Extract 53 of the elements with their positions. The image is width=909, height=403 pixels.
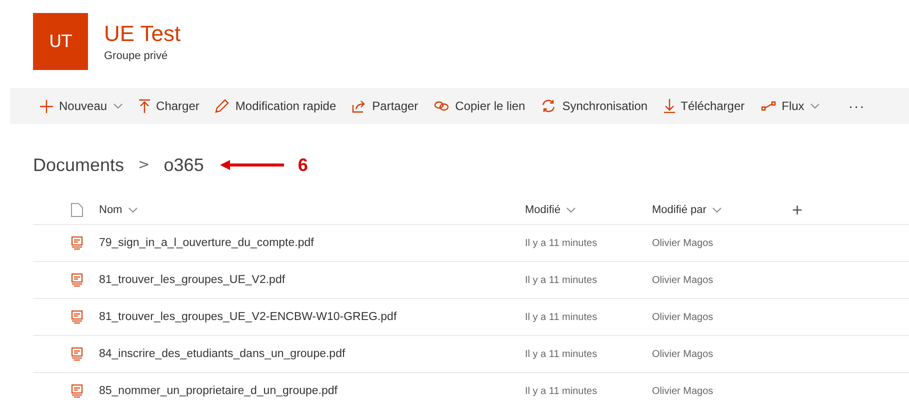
toolbar-button[interactable]: Flux bbox=[760, 99, 820, 113]
pdf-file-icon bbox=[71, 310, 83, 324]
file-type-icon bbox=[71, 203, 83, 217]
toolbar-button[interactable]: Copier le lien bbox=[434, 99, 526, 113]
share-icon bbox=[352, 100, 366, 112]
pdf-file-icon bbox=[71, 384, 83, 398]
pdf-file-icon bbox=[71, 273, 83, 287]
modified-by-cell-text: Olivier Magos bbox=[652, 238, 714, 248]
chevron-down-icon bbox=[712, 207, 722, 213]
more-button[interactable]: ··· bbox=[848, 98, 866, 114]
column-header[interactable]: Nom bbox=[99, 204, 138, 216]
breadcrumb-item[interactable]: Documents bbox=[33, 154, 124, 176]
file-name[interactable]: 81_trouver_les_groupes_UE_V2.pdf bbox=[99, 274, 525, 286]
download-icon bbox=[664, 99, 675, 113]
file-name[interactable]: 79_sign_in_a_l_ouverture_du_compte.pdf bbox=[99, 237, 525, 249]
chevron-down-icon bbox=[566, 207, 576, 213]
annotation-arrow bbox=[220, 160, 284, 170]
toolbar-button[interactable]: Télécharger bbox=[664, 99, 745, 113]
annotation-number: 6 bbox=[298, 154, 308, 176]
toolbar-button[interactable]: Charger bbox=[139, 99, 200, 113]
column-header[interactable]: Modifié par bbox=[652, 204, 722, 216]
breadcrumb-item[interactable]: o365 bbox=[164, 154, 204, 176]
modified-cell-text: Il y a 11 minutes bbox=[525, 274, 598, 286]
toolbar-button[interactable]: Partager bbox=[352, 99, 418, 113]
modified-cell-text: Il y a 11 minutes bbox=[525, 386, 598, 396]
toolbar-button[interactable]: Nouveau bbox=[40, 99, 124, 113]
site-logo[interactable]: UT bbox=[33, 13, 88, 70]
modified-cell-text: Il y a 11 minutes bbox=[525, 238, 598, 248]
plus-icon bbox=[40, 100, 53, 112]
breadcrumb-separator: > bbox=[138, 157, 150, 173]
sync-icon bbox=[541, 99, 556, 113]
modified-cell-text: Il y a 11 minutes bbox=[525, 348, 598, 360]
column-header[interactable]: Modifié bbox=[525, 204, 576, 216]
pdf-file-icon bbox=[71, 347, 83, 361]
file-name[interactable]: 84_inscrire_des_etudiants_dans_un_groupe.pdf bbox=[99, 348, 525, 360]
pencil-icon bbox=[215, 99, 230, 113]
file-name[interactable]: 81_trouver_les_groupes_UE_V2-ENCBW-W10-GREG.pdf bbox=[99, 311, 525, 323]
site-title[interactable]: UE Test bbox=[104, 21, 181, 47]
toolbar-button[interactable]: Synchronisation bbox=[541, 99, 648, 113]
modified-by-cell-text: Olivier Magos bbox=[652, 348, 714, 360]
chevron-down-icon bbox=[128, 207, 138, 213]
modified-cell-text: Il y a 11 minutes bbox=[525, 312, 598, 322]
modified-by-cell-text: Olivier Magos bbox=[652, 312, 714, 322]
pdf-file-icon bbox=[71, 236, 83, 250]
flow-icon bbox=[760, 101, 776, 111]
modified-by-cell-text: Olivier Magos bbox=[652, 386, 714, 396]
add-column-button[interactable]: + bbox=[792, 201, 803, 219]
modified-by-cell-text: Olivier Magos bbox=[652, 274, 714, 286]
site-subtitle: Groupe privé bbox=[104, 50, 169, 62]
upload-icon bbox=[139, 99, 150, 113]
link-icon bbox=[434, 101, 450, 111]
toolbar-button[interactable]: Modification rapide bbox=[215, 99, 336, 113]
file-name[interactable]: 85_nommer_un_proprietaire_d_un_groupe.pdf bbox=[99, 385, 525, 397]
